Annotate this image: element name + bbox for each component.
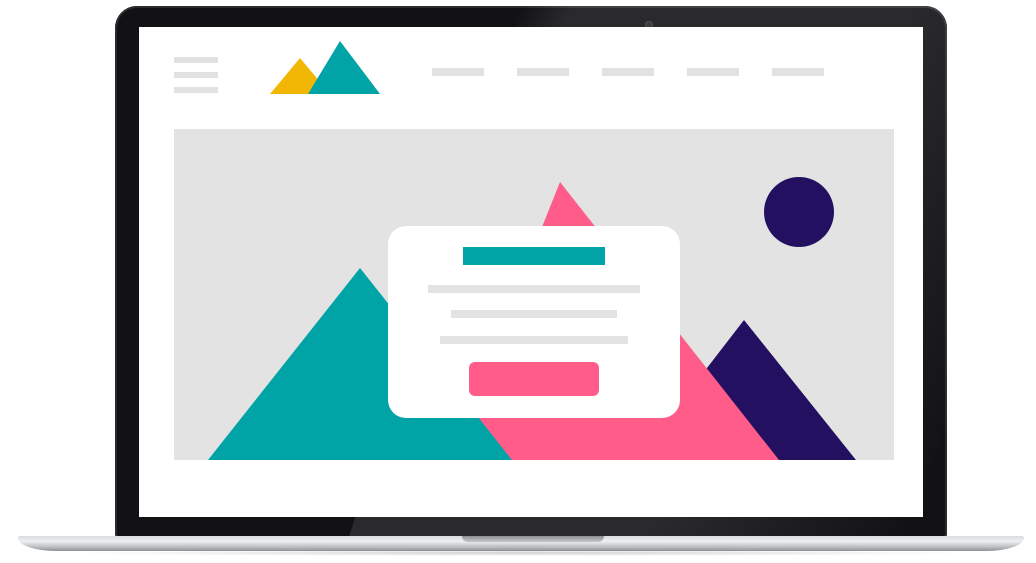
logo-teal-peak <box>308 41 380 94</box>
card-text-line <box>440 336 628 344</box>
card-text-line <box>451 310 617 318</box>
menu-line <box>174 87 218 93</box>
nav-link-4[interactable] <box>687 68 739 76</box>
card-text-line <box>428 285 640 293</box>
menu-line <box>174 57 218 63</box>
laptop-screen <box>139 27 923 517</box>
call-to-action-button[interactable] <box>469 362 599 396</box>
sun-circle-navy <box>764 177 834 247</box>
mountain-logo-icon[interactable] <box>270 41 380 97</box>
menu-line <box>174 72 218 78</box>
hero-banner <box>174 129 894 460</box>
nav-link-1[interactable] <box>432 68 484 76</box>
hamburger-menu-icon[interactable] <box>174 57 218 95</box>
nav-link-3[interactable] <box>602 68 654 76</box>
card-title <box>463 247 605 265</box>
nav-link-2[interactable] <box>517 68 569 76</box>
laptop-mockup <box>0 0 1036 563</box>
laptop-opening-notch <box>462 536 604 542</box>
base-shadow <box>60 550 980 556</box>
hero-card <box>388 226 680 418</box>
nav-link-5[interactable] <box>772 68 824 76</box>
